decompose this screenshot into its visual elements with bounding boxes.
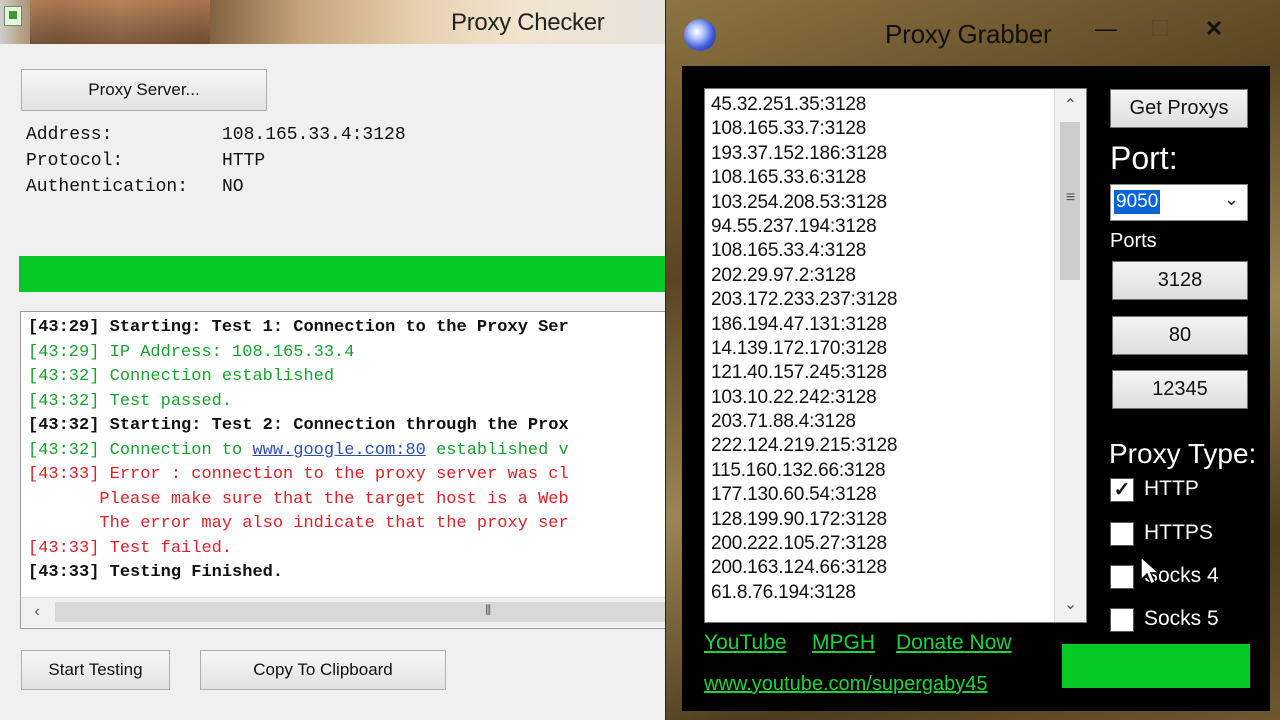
port-button-12345[interactable]: 12345 xyxy=(1112,370,1248,409)
proxy-list-scrollbar[interactable]: ⌃ ≡ ⌄ xyxy=(1054,89,1086,622)
proxy-list-item[interactable]: 94.55.237.194:3128 xyxy=(711,215,1051,239)
proxy-list-item[interactable]: 115.160.132.66:3128 xyxy=(711,459,1051,483)
log-line: [43:32] Starting: Test 2: Connection thr… xyxy=(28,416,569,435)
authentication-value: NO xyxy=(222,177,244,197)
proxy-list-item[interactable]: 103.254.208.53:3128 xyxy=(711,191,1051,215)
scroll-up-icon[interactable]: ⌃ xyxy=(1055,93,1086,119)
copy-to-clipboard-button[interactable]: Copy To Clipboard xyxy=(200,650,446,690)
port-select-value: 9050 xyxy=(1114,190,1161,214)
checkbox-socks5[interactable] xyxy=(1110,608,1134,632)
proxy-list-item[interactable]: 61.8.76.194:3128 xyxy=(711,581,1051,605)
scrollbar-thumb[interactable] xyxy=(55,602,665,622)
maximize-icon[interactable]: ☐ xyxy=(1138,14,1182,44)
mouse-cursor-icon xyxy=(1140,556,1160,585)
address-row: Address: 108.165.33.4:3128 xyxy=(26,125,406,145)
proxy-list-item[interactable]: 186.194.47.131:3128 xyxy=(711,313,1051,337)
port-button-3128[interactable]: 3128 xyxy=(1112,261,1248,300)
log-line: [43:33] Test failed. xyxy=(28,538,233,558)
log-line: [43:29] IP Address: 108.165.33.4 xyxy=(28,342,355,362)
checkbox-label: HTTP xyxy=(1144,477,1199,500)
address-value: 108.165.33.4:3128 xyxy=(222,125,406,145)
start-testing-button[interactable]: Start Testing xyxy=(21,650,170,690)
proxy-grabber-window: Proxy Grabber — ☐ ✕ 45.32.251.35:3128 108… xyxy=(666,0,1280,720)
google-link[interactable]: www.google.com:80 xyxy=(252,441,425,460)
checker-titlebar: Proxy Checker xyxy=(0,0,665,44)
checkbox-label: HTTPS xyxy=(1144,521,1213,544)
checkbox-label: Socks 5 xyxy=(1144,607,1219,630)
proxy-list-item[interactable]: 14.139.172.170:3128 xyxy=(711,337,1051,361)
protocol-label: Protocol: xyxy=(26,151,124,171)
ports-label: Ports xyxy=(1110,230,1157,252)
grip-icon: ≡ xyxy=(1065,189,1076,206)
test-progress-bar xyxy=(19,256,665,292)
proxy-list-item[interactable]: 203.172.233.237:3128 xyxy=(711,288,1051,312)
scroll-left-icon[interactable]: ‹ xyxy=(27,602,47,622)
authentication-label: Authentication: xyxy=(26,177,189,197)
chevron-down-icon: ⌄ xyxy=(1223,189,1239,209)
minimize-icon[interactable]: — xyxy=(1084,14,1128,44)
close-icon[interactable]: ✕ xyxy=(1192,14,1236,44)
proxy-list-item[interactable]: 108.165.33.7:3128 xyxy=(711,117,1051,141)
youtube-channel-link[interactable]: www.youtube.com/supergaby45 xyxy=(704,673,988,696)
window-title: Proxy Grabber xyxy=(885,19,1052,49)
protocol-value: HTTP xyxy=(222,151,266,171)
log-horizontal-scrollbar[interactable]: ‹ ⦀ xyxy=(21,597,665,627)
proxy-checker-window: Proxy Checker Proxy Server... Address: 10… xyxy=(0,0,665,720)
log-line: The error may also indicate that the pro… xyxy=(28,514,569,533)
checkbox-socks4[interactable] xyxy=(1110,565,1134,589)
log-line: [43:32] Connection to www.google.com:80 … xyxy=(28,440,569,460)
proxy-list-item[interactable]: 177.130.60.54:3128 xyxy=(711,483,1051,507)
proxy-type-label: Proxy Type: xyxy=(1109,438,1257,469)
proxy-list-item[interactable]: 45.32.251.35:3128 xyxy=(711,93,1051,117)
scroll-down-icon[interactable]: ⌄ xyxy=(1055,592,1086,618)
proxy-list-item[interactable]: 203.71.88.4:3128 xyxy=(711,410,1051,434)
proxy-list-item[interactable]: 200.163.124.66:3128 xyxy=(711,556,1051,580)
port-select[interactable]: 9050 ⌄ xyxy=(1110,184,1248,221)
grabber-progress-bar xyxy=(1062,644,1250,688)
proxy-list-item[interactable]: 200.222.105.27:3128 xyxy=(711,532,1051,556)
proxy-list[interactable]: 45.32.251.35:3128 108.165.33.7:3128 193.37… xyxy=(704,88,1087,623)
window-title: Proxy Checker xyxy=(451,9,605,36)
proxy-list-item[interactable]: 202.29.97.2:3128 xyxy=(711,264,1051,288)
protocol-row: Protocol: HTTP xyxy=(26,151,265,171)
mpgh-link[interactable]: MPGH xyxy=(812,631,875,655)
donate-now-link[interactable]: Donate Now xyxy=(896,631,1012,655)
port-button-80[interactable]: 80 xyxy=(1112,316,1248,355)
titlebar-background-photo xyxy=(30,0,210,44)
proxy-list-item[interactable]: 103.10.22.242:3128 xyxy=(711,386,1051,410)
proxy-list-item[interactable]: 128.199.90.172:3128 xyxy=(711,508,1051,532)
proxy-list-item[interactable]: 193.37.152.186:3128 xyxy=(711,142,1051,166)
youtube-link[interactable]: YouTube xyxy=(704,631,787,655)
test-log[interactable]: [43:29] Starting: Test 1: Connection to … xyxy=(20,311,665,629)
proxy-server-button[interactable]: Proxy Server... xyxy=(21,69,267,111)
address-label: Address: xyxy=(26,125,113,145)
app-globe-icon xyxy=(684,19,716,51)
grip-icon: ⦀ xyxy=(485,602,492,618)
authentication-row: Authentication: NO xyxy=(26,177,244,197)
log-line: [43:32] Test passed. xyxy=(28,391,233,411)
log-line: [43:29] Starting: Test 1: Connection to … xyxy=(28,318,569,337)
proxy-list-item[interactable]: 121.40.157.245:3128 xyxy=(711,361,1051,385)
log-line: [43:33] Error : connection to the proxy … xyxy=(28,465,569,484)
proxy-list-item[interactable]: 222.124.219.215:3128 xyxy=(711,434,1051,458)
proxy-list-item[interactable]: 108.165.33.6:3128 xyxy=(711,166,1051,190)
log-line: Please make sure that the target host is… xyxy=(28,489,569,509)
test-progress-fill xyxy=(19,256,665,292)
log-line: [43:32] Connection established xyxy=(28,367,335,386)
log-line: [43:33] Testing Finished. xyxy=(28,563,284,582)
checkbox-https[interactable] xyxy=(1110,522,1134,546)
proxy-list-item[interactable]: 108.165.33.4:3128 xyxy=(711,239,1051,263)
grabber-client-area: 45.32.251.35:3128 108.165.33.7:3128 193.37… xyxy=(682,66,1270,711)
port-label: Port: xyxy=(1110,140,1178,176)
get-proxys-button[interactable]: Get Proxys xyxy=(1110,89,1248,128)
app-icon xyxy=(4,6,22,26)
checkbox-http[interactable]: ✓ xyxy=(1110,478,1134,502)
